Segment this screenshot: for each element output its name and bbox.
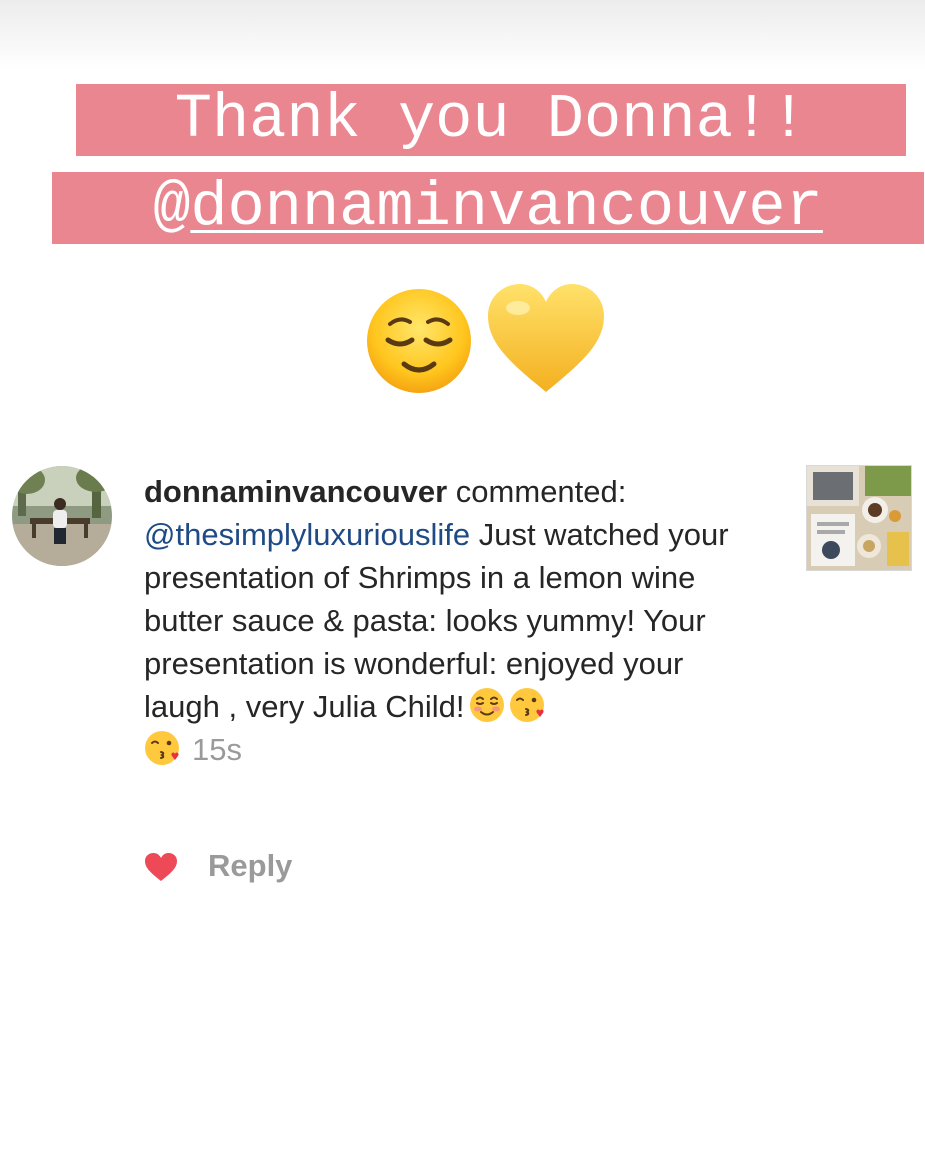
top-fade [0,0,925,70]
yellow-heart-icon [488,284,604,392]
avatar-photo [12,466,112,566]
commenter-avatar[interactable] [12,466,112,566]
post-thumbnail-image [807,466,911,570]
story-caption-line-2: @donnaminvancouver [52,172,924,244]
comment-username[interactable]: donnaminvancouver [144,474,447,509]
comment-mention-link[interactable]: @thesimplyluxuriouslife [144,517,470,552]
comment-verb: commented: [447,474,627,509]
post-thumbnail[interactable] [806,465,912,571]
story-caption-line-1: Thank you Donna!! [76,84,906,156]
smiling-face-icon [469,688,504,722]
kissing-face-icon [145,731,179,765]
kissing-face-icon [509,688,544,722]
sticker-emoji-row [360,280,610,400]
caption-at-sign: @ [153,172,191,243]
relieved-face-icon [367,289,471,393]
comment-timestamp: 15s [192,732,242,767]
caption-mention-link[interactable]: donnaminvancouver [190,172,823,243]
heart-icon[interactable] [144,852,178,882]
caption-text-1: Thank you Donna!! [174,84,808,155]
comment-text: donnaminvancouver commented: @thesimplylu… [144,470,754,771]
reply-button[interactable]: Reply [208,844,292,888]
